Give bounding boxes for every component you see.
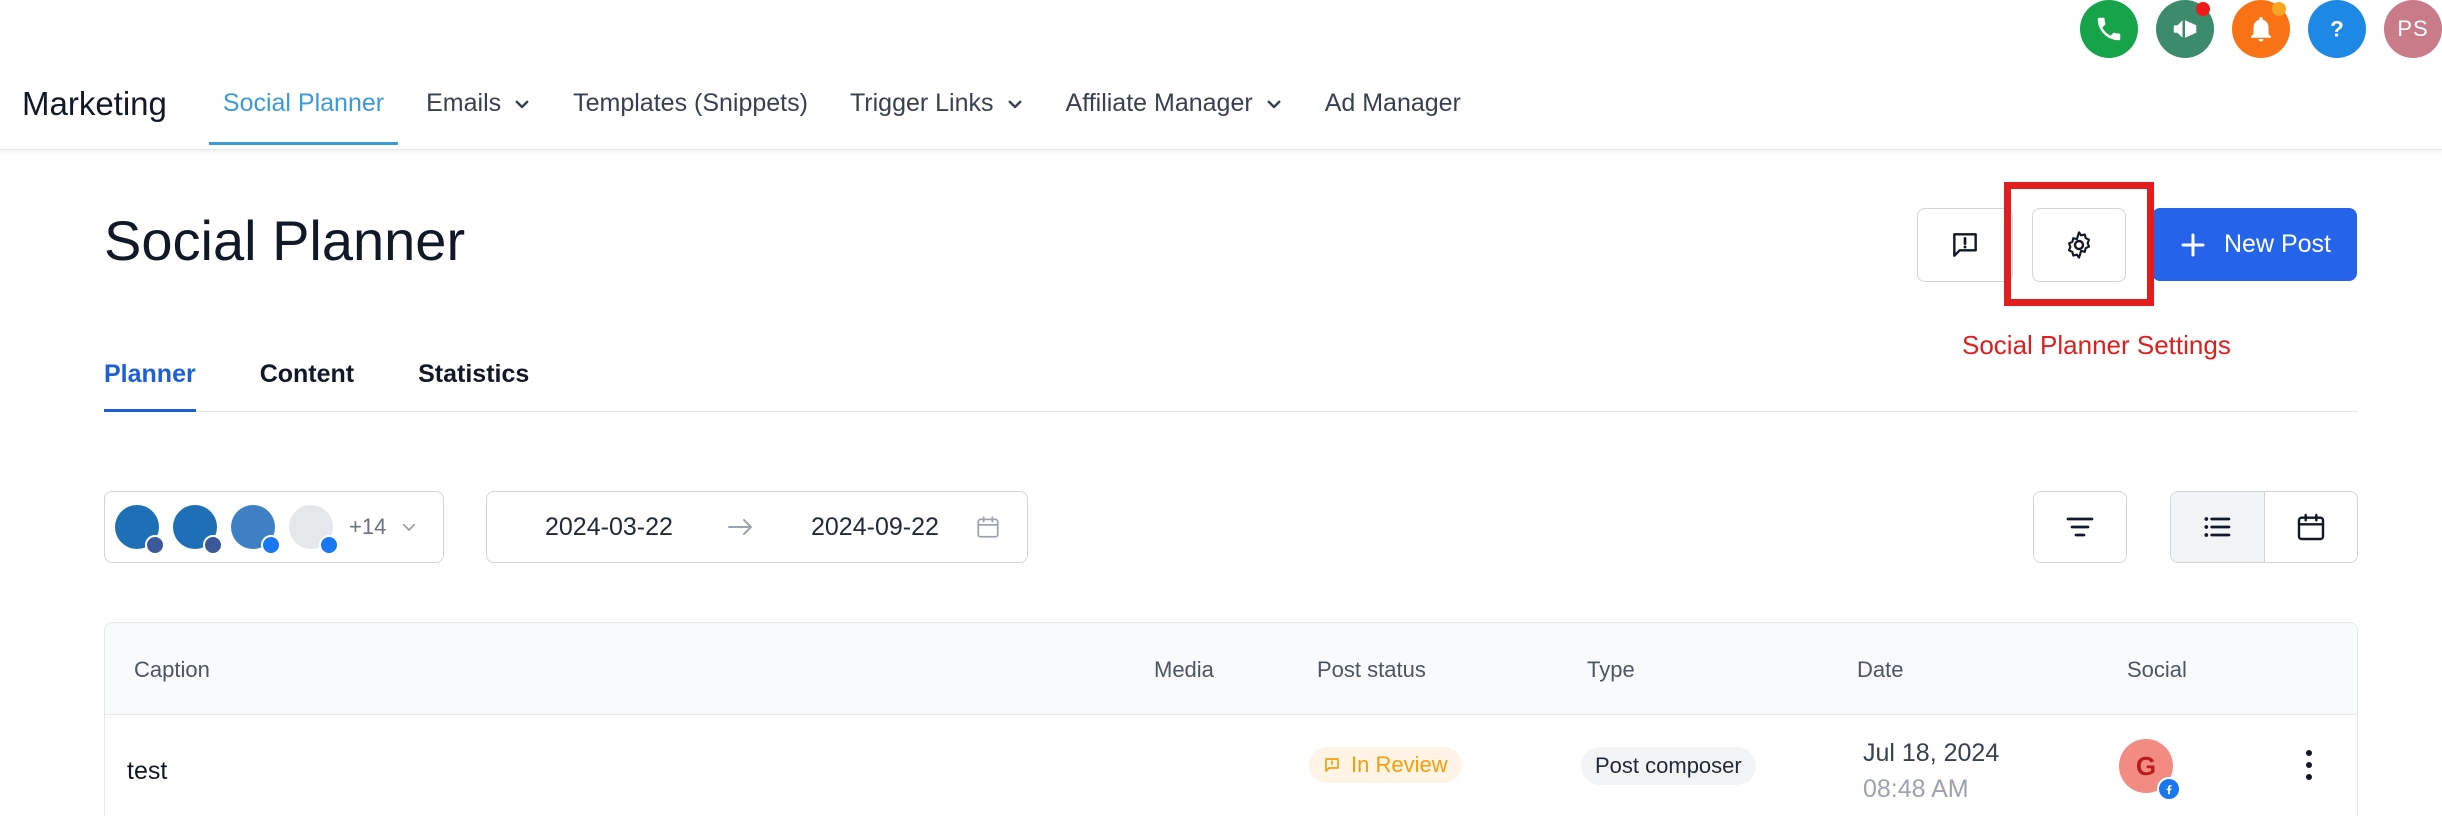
account-selector[interactable]: +14 (104, 491, 444, 563)
date-range-picker[interactable]: 2024-03-22 2024-09-22 (486, 491, 1028, 563)
user-avatar[interactable]: PS (2384, 0, 2442, 58)
date-end: 2024-09-22 (811, 512, 939, 541)
megaphone-icon (2173, 20, 2197, 38)
notification-dot (2272, 2, 2286, 16)
col-caption: Caption (134, 657, 210, 682)
settings-highlight-box (2004, 182, 2154, 306)
more-accounts-count: +14 (349, 514, 387, 539)
phone-icon (2097, 17, 2121, 41)
account-badge (145, 535, 165, 555)
nav-ad-manager[interactable]: Ad Manager (1311, 58, 1475, 149)
review-icon (1325, 758, 1339, 772)
account-avatar (289, 505, 339, 555)
list-icon (2204, 517, 2231, 537)
table-header: Caption Media Post status Type Date Soci… (105, 623, 2357, 715)
new-post-button[interactable]: New Post (2152, 208, 2357, 281)
filter-icon (2066, 517, 2094, 537)
arrow-right-icon (728, 519, 752, 535)
col-social: Social (2127, 657, 2187, 682)
megaphone-button[interactable] (2156, 0, 2214, 58)
nav-affiliate-manager[interactable]: Affiliate Manager (1052, 58, 1297, 149)
top-icon-bar: ? PS (2080, 0, 2442, 58)
notifications-button[interactable] (2232, 0, 2290, 58)
col-post-status: Post status (1317, 657, 1426, 682)
view-toggle (2170, 491, 2358, 563)
calendar-icon (2297, 513, 2324, 541)
account-avatar (231, 505, 281, 555)
chevron-down-icon (1008, 100, 1021, 108)
nav-social-planner[interactable]: Social Planner (208, 58, 399, 149)
col-date: Date (1857, 657, 1904, 682)
facebook-icon (319, 535, 339, 555)
row-time: 08:48 AM (1863, 775, 1969, 803)
nav-templates[interactable]: Templates (Snippets) (559, 58, 822, 149)
notification-dot (2196, 2, 2210, 16)
bell-icon (2251, 17, 2271, 42)
col-media: Media (1154, 657, 1214, 682)
phone-button[interactable] (2080, 0, 2138, 58)
account-avatar (173, 505, 223, 555)
help-icon: ? (2330, 17, 2344, 42)
page-title: Social Planner (104, 209, 466, 272)
type-badge: Post composer (1581, 747, 1756, 785)
plus-icon (2181, 233, 2205, 256)
tab-content[interactable]: Content (260, 344, 354, 411)
feedback-icon (1953, 233, 1977, 257)
facebook-icon (261, 535, 281, 555)
user-initials: PS (2397, 16, 2429, 41)
page-tabs: Planner Content Statistics (104, 344, 2358, 412)
posts-table: Caption Media Post status Type Date Soci… (104, 622, 2358, 816)
app-brand: Marketing (22, 84, 167, 122)
tab-planner[interactable]: Planner (104, 344, 196, 412)
chevron-down-icon (515, 100, 529, 108)
social-avatar: G (2119, 739, 2181, 801)
calendar-view-button[interactable] (2265, 492, 2358, 562)
account-avatar (115, 505, 165, 555)
help-button[interactable]: ? (2308, 0, 2366, 58)
row-date: Jul 18, 2024 (1863, 739, 2000, 767)
feedback-button[interactable] (1917, 208, 2013, 282)
header: Marketing Social Planner Emails Template… (0, 58, 2442, 150)
filter-button[interactable] (2033, 491, 2127, 563)
calendar-icon (977, 516, 999, 538)
svg-text:?: ? (2330, 17, 2344, 42)
facebook-icon (2157, 777, 2181, 801)
row-caption: test (127, 757, 168, 785)
date-start: 2024-03-22 (545, 512, 673, 541)
chevron-down-icon (403, 523, 416, 531)
list-view-button[interactable] (2171, 492, 2265, 562)
chevron-down-icon (1267, 100, 1281, 108)
nav-trigger-links[interactable]: Trigger Links (836, 58, 1038, 149)
tab-statistics[interactable]: Statistics (418, 344, 529, 411)
account-badge (203, 535, 223, 555)
status-badge: In Review (1309, 747, 1462, 783)
main-nav: Social Planner Emails Templates (Snippet… (208, 58, 1489, 149)
nav-emails[interactable]: Emails (412, 58, 545, 149)
col-type: Type (1587, 657, 1635, 682)
more-options-icon[interactable] (2299, 747, 2319, 783)
